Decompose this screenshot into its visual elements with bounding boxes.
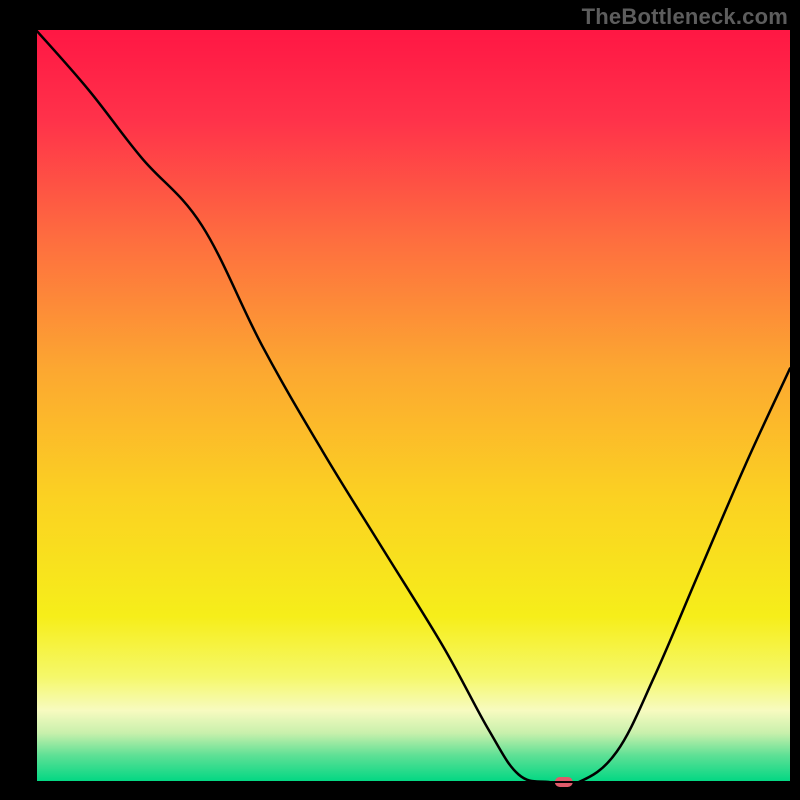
chart-frame: TheBottleneck.com — [0, 0, 800, 800]
bottleneck-chart — [0, 0, 800, 800]
watermark-text: TheBottleneck.com — [582, 4, 788, 30]
gradient-background — [36, 30, 790, 782]
